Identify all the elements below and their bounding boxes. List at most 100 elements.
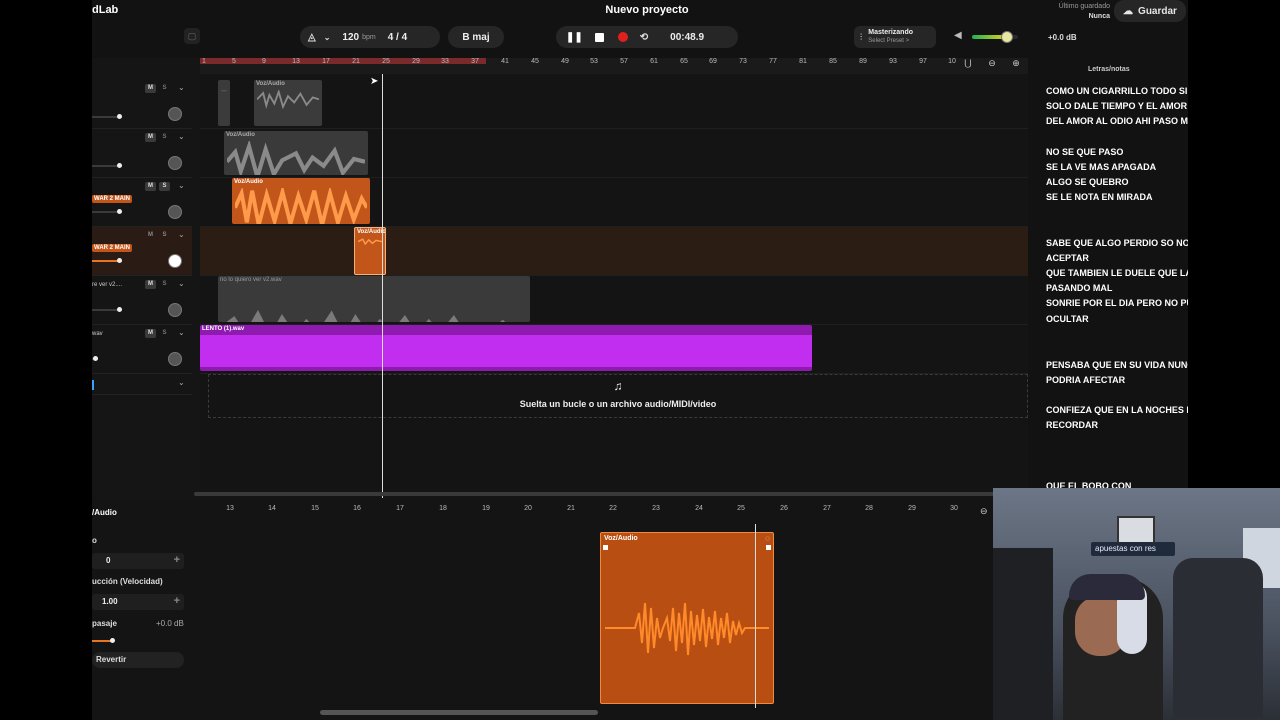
chevron-down-icon[interactable]: ⌄: [178, 132, 185, 141]
solo-button[interactable]: S: [159, 329, 170, 338]
playhead[interactable]: [382, 74, 383, 498]
volume-fader[interactable]: [92, 307, 122, 312]
speed-field[interactable]: 1.00 +: [92, 594, 184, 610]
solo-button[interactable]: S: [159, 84, 170, 93]
revert-button[interactable]: Revertir: [92, 652, 184, 668]
audio-clip[interactable]: Voz/Audio: [254, 80, 322, 126]
audio-clip[interactable]: Voz/Audio: [224, 131, 368, 175]
lyric-line[interactable]: PASANDO MAL: [1046, 283, 1112, 293]
lyric-line[interactable]: SONRIE POR EL DIA PERO NO PU: [1046, 298, 1188, 308]
fader-handle[interactable]: [117, 163, 122, 168]
lyric-line[interactable]: QUE TAMBIEN LE DUELE QUE LA: [1046, 268, 1188, 278]
timeline-ruler[interactable]: 1 5 9 13 17 21 25 29 33 37 41 45 49 53 5…: [200, 58, 1028, 74]
track-lane[interactable]: LENTO (1).wav: [200, 325, 1028, 374]
editor-ruler[interactable]: 13 14 15 16 17 18 19 20 21 22 23 24 25 2…: [200, 498, 1000, 520]
undo-icon[interactable]: ▢: [184, 28, 200, 44]
mastering-button[interactable]: ⫶ Masterizando Select Preset >: [854, 26, 936, 48]
audio-clip[interactable]: no lo quiero ver v2.wav: [218, 276, 530, 322]
lyric-line[interactable]: CONFIEZA QUE EN LA NOCHES L: [1046, 405, 1188, 415]
lyric-line[interactable]: PENSABA QUE EN SU VIDA NUNC: [1046, 360, 1188, 370]
add-track-row[interactable]: ⌄: [92, 376, 192, 395]
solo-button[interactable]: S: [159, 133, 170, 142]
master-volume-handle[interactable]: [1001, 31, 1013, 43]
volume-fader[interactable]: [92, 356, 98, 361]
gain-slider-handle[interactable]: [110, 638, 115, 643]
plus-icon[interactable]: +: [174, 595, 180, 607]
mute-button[interactable]: M: [145, 280, 156, 289]
mute-button[interactable]: M: [145, 329, 156, 338]
mute-button[interactable]: M: [145, 84, 156, 93]
loop-icon[interactable]: ⟲: [640, 32, 648, 43]
pitch-field[interactable]: 0 +: [92, 553, 184, 569]
speaker-icon[interactable]: ◀: [954, 30, 962, 41]
chevron-down-icon[interactable]: ⌄: [178, 279, 185, 288]
solo-button[interactable]: S: [159, 182, 170, 191]
lyric-line[interactable]: ALGO SE QUEBRO: [1046, 177, 1129, 187]
drop-zone[interactable]: ♫ Suelta un bucle o un archivo audio/MID…: [208, 374, 1028, 418]
zoom-in-icon[interactable]: ⊕: [1012, 58, 1020, 69]
lyric-line[interactable]: ACEPTAR: [1046, 253, 1089, 263]
clip-end-handle[interactable]: [766, 545, 771, 550]
pan-knob[interactable]: [168, 156, 182, 170]
chevron-down-icon[interactable]: ⌄: [178, 181, 185, 190]
mute-button[interactable]: M: [145, 133, 156, 142]
fader-handle[interactable]: [117, 209, 122, 214]
chevron-down-icon[interactable]: ⌄: [324, 33, 331, 42]
audio-clip[interactable]: [218, 80, 230, 126]
solo-button[interactable]: S: [159, 280, 170, 289]
master-volume-slider[interactable]: [972, 31, 1018, 43]
editor-playhead[interactable]: [755, 524, 756, 708]
track-lane[interactable]: Voz/Audio: [200, 129, 1028, 178]
record-icon[interactable]: [617, 32, 628, 42]
mute-button[interactable]: M: [145, 231, 156, 240]
lyric-line[interactable]: SABE QUE ALGO PERDIO SO NO: [1046, 238, 1188, 248]
magnet-icon[interactable]: ⋃: [964, 58, 971, 69]
metronome-icon[interactable]: ◬: [308, 32, 316, 43]
lyric-line[interactable]: NO SE QUE PASO: [1046, 147, 1123, 157]
lyric-line[interactable]: SOLO DALE TIEMPO Y EL AMOR: [1046, 101, 1187, 111]
lyric-line[interactable]: SE LE NOTA EN MIRADA: [1046, 192, 1153, 202]
clip-start-handle[interactable]: [603, 545, 608, 550]
track-header[interactable]: WAR 2 MAIN M S ⌄: [92, 178, 192, 227]
project-title[interactable]: Nuevo proyecto: [582, 4, 712, 16]
lyric-line[interactable]: DEL AMOR AL ODIO AHI PASO M: [1046, 116, 1188, 126]
pan-knob[interactable]: [168, 303, 182, 317]
loop-icon[interactable]: ◌: [765, 534, 770, 543]
lyric-line[interactable]: SE LA VE MAS APAGADA: [1046, 162, 1156, 172]
pan-knob[interactable]: [168, 352, 182, 366]
horizontal-scrollbar[interactable]: [194, 492, 1028, 496]
save-button[interactable]: ☁ Guardar: [1114, 0, 1186, 22]
track-header[interactable]: WAR 2 MAIN M S ⌄: [92, 227, 192, 276]
track-header[interactable]: re ver v2.... M S ⌄: [92, 276, 192, 325]
key-selector[interactable]: B maj: [448, 26, 504, 48]
zoom-out-icon[interactable]: ⊖: [988, 58, 996, 69]
chevron-down-icon[interactable]: ⌄: [178, 230, 185, 239]
track-header[interactable]: M S ⌄: [92, 129, 192, 178]
fader-handle[interactable]: [93, 356, 98, 361]
fader-handle[interactable]: [117, 258, 122, 263]
pause-icon[interactable]: ❚❚: [566, 32, 583, 43]
track-lane[interactable]: no lo quiero ver v2.wav: [200, 276, 1028, 325]
track-lane[interactable]: Voz/Audio: [200, 178, 1028, 227]
solo-button[interactable]: S: [159, 231, 170, 240]
editor-zoom-icon[interactable]: ⊖: [980, 506, 988, 517]
stop-icon[interactable]: [594, 32, 604, 42]
chevron-down-icon[interactable]: ⌄: [178, 328, 185, 337]
lyric-line[interactable]: OCULTAR: [1046, 314, 1089, 324]
plus-icon[interactable]: +: [174, 554, 180, 566]
bpm-value[interactable]: 120: [342, 32, 359, 43]
track-name[interactable]: wav: [92, 331, 103, 337]
editor-scrollbar[interactable]: [320, 710, 598, 715]
fader-handle[interactable]: [117, 114, 122, 119]
track-name[interactable]: re ver v2....: [92, 282, 122, 288]
editor-audio-clip[interactable]: Voz/Audio ◌: [600, 532, 774, 704]
lyric-line[interactable]: RECORDAR: [1046, 420, 1098, 430]
audio-clip[interactable]: LENTO (1).wav: [200, 325, 812, 371]
lyric-line[interactable]: PODRIA AFECTAR: [1046, 375, 1125, 385]
fader-handle[interactable]: [117, 307, 122, 312]
gain-slider[interactable]: [92, 638, 115, 643]
track-header[interactable]: M S ⌄: [92, 80, 192, 129]
volume-fader[interactable]: [92, 163, 122, 168]
pan-knob[interactable]: [168, 107, 182, 121]
track-header[interactable]: wav M S ⌄: [92, 325, 192, 374]
